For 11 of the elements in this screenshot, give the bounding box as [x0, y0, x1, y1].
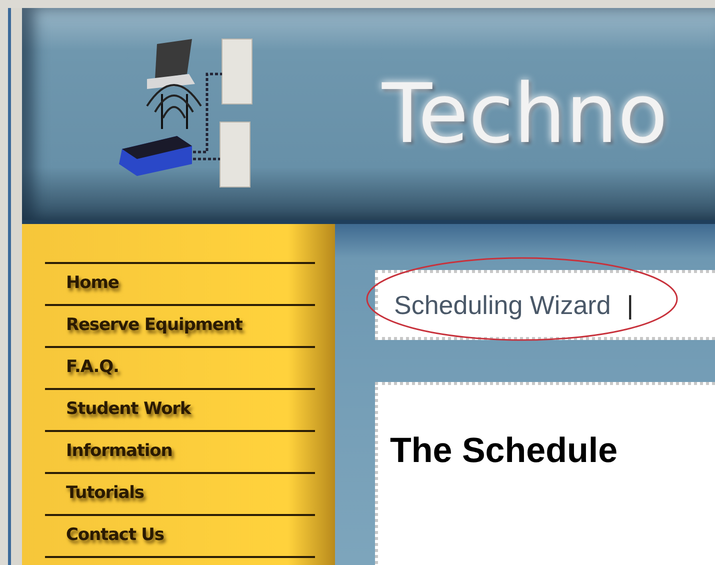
nav-link[interactable]: Tutorials [45, 474, 315, 516]
nav-link[interactable]: Reserve Equipment [45, 306, 315, 348]
nav-link[interactable]: Information [45, 432, 315, 474]
tab-link[interactable]: Scheduling Wizard [394, 290, 611, 320]
page-heading: The Schedule [390, 431, 619, 471]
nav-link[interactable]: F.A.Q. [45, 348, 315, 390]
separator: | [626, 290, 634, 320]
site-title: Techno [382, 66, 668, 162]
nav-link[interactable]: Contact Us [45, 516, 315, 558]
nav-link[interactable]: Student Work [45, 390, 315, 432]
nav-link[interactable]: Home [45, 264, 315, 306]
